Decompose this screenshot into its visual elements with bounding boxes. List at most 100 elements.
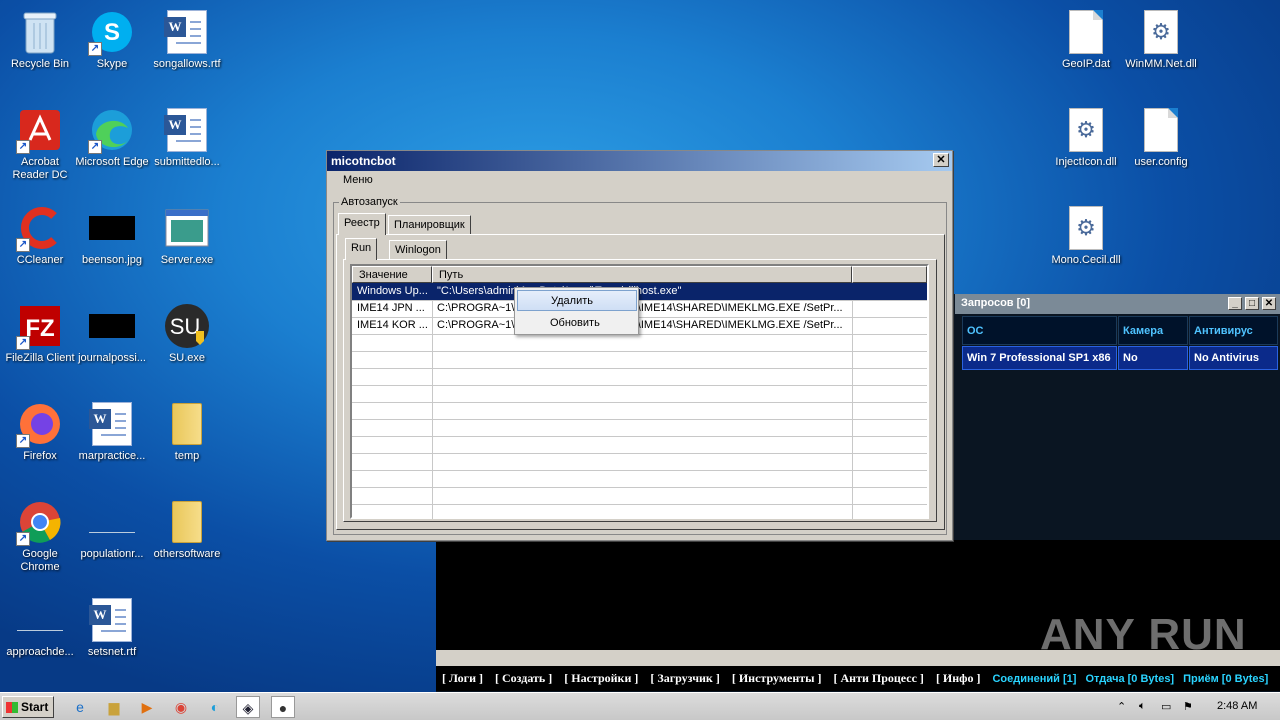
injecticon-dll-file[interactable]: ⚙ InjectIcon.dll <box>1046 98 1126 188</box>
exe-icon <box>163 204 211 252</box>
edge-shortcut[interactable]: ↗ Microsoft Edge <box>72 98 152 188</box>
column-header-os[interactable]: ОС <box>962 316 1117 345</box>
icon-label: SU.exe <box>168 352 206 364</box>
logs-menu[interactable]: [ Логи ] <box>442 671 483 685</box>
tab-registry[interactable]: Реестр <box>338 213 386 235</box>
column-header-camera[interactable]: Камера <box>1118 316 1188 345</box>
table-row[interactable]: IME14 KOR ... C:\PROGRA~1\COMMON~1\MICRO… <box>352 317 927 334</box>
blank-file-icon <box>1062 8 1110 56</box>
acrobat-icon: ↗ <box>16 106 64 154</box>
icon-label: beenson.jpg <box>82 254 142 266</box>
bot-panel-titlebar[interactable]: Запросов [0] _ □ ✕ <box>955 294 1280 314</box>
column-header-empty <box>852 266 927 283</box>
icon-label: Skype <box>96 58 128 70</box>
column-header-value[interactable]: Значение <box>352 266 432 283</box>
action-center-flag-icon[interactable]: ⚑ <box>1183 700 1193 713</box>
column-header-antivirus[interactable]: Антивирус <box>1189 316 1278 345</box>
filezilla-shortcut[interactable]: FZ ↗ FileZilla Client <box>0 294 80 384</box>
su-taskbar-icon[interactable]: ● <box>271 696 295 718</box>
svg-text:SU: SU <box>170 314 201 339</box>
server-exe-file[interactable]: Server.exe <box>147 196 227 286</box>
chrome-shortcut[interactable]: ↗ Google Chrome <box>0 490 80 580</box>
firefox-shortcut[interactable]: ↗ Firefox <box>0 392 80 482</box>
menu-item-menu[interactable]: Меню <box>343 174 373 186</box>
path-cell: "C:\Users\admin\AppData\Local\Temp\dllho… <box>432 283 852 300</box>
volume-icon[interactable]: 🔈︎ <box>1139 700 1146 713</box>
icon-label: journalpossi... <box>78 352 146 364</box>
group-label: Автозапуск <box>339 196 400 208</box>
bot-app-taskbar-icon[interactable]: ◈ <box>236 696 260 718</box>
window-title: micotncbot <box>331 154 396 168</box>
word-document-icon: W <box>88 596 136 644</box>
explorer-taskbar-icon[interactable]: ▆ <box>102 696 126 718</box>
temp-folder[interactable]: temp <box>147 392 227 482</box>
context-delete-item[interactable]: Удалить <box>517 290 637 311</box>
create-menu[interactable]: [ Создать ] <box>495 671 552 685</box>
ie-taskbar-icon[interactable]: e <box>68 696 92 718</box>
taskbar: Start e ▆ ▶ ◉ ◐ ◈ ● ⌃ 🔈︎ ▭ ⚑ 2:48 AM <box>0 692 1280 720</box>
geoip-file[interactable]: GeoIP.dat <box>1046 0 1126 90</box>
minimize-button[interactable]: _ <box>1228 297 1242 310</box>
dll-icon: ⚙ <box>1062 106 1110 154</box>
winmm-dll-file[interactable]: ⚙ WinMM.Net.dll <box>1121 0 1201 90</box>
media-player-taskbar-icon[interactable]: ▶ <box>135 696 159 718</box>
chrome-taskbar-icon[interactable]: ◉ <box>169 696 193 718</box>
close-button[interactable]: ✕ <box>933 153 949 167</box>
journalpossi-file[interactable]: journalpossi... <box>72 294 152 384</box>
approachde-file[interactable]: approachde... <box>0 588 80 678</box>
horizontal-scrollbar[interactable] <box>436 650 1280 666</box>
tools-menu[interactable]: [ Инструменты ] <box>732 671 822 685</box>
settings-menu[interactable]: [ Настройки ] <box>564 671 638 685</box>
blank-file-icon <box>1137 106 1185 154</box>
tray-expand-icon[interactable]: ⌃ <box>1117 700 1126 713</box>
image-file-icon <box>88 302 136 350</box>
mono-cecil-dll-file[interactable]: ⚙ Mono.Cecil.dll <box>1046 196 1126 286</box>
populationr-file[interactable]: populationr... <box>72 490 152 580</box>
folder-icon <box>163 498 211 546</box>
network-icon[interactable]: ▭ <box>1161 700 1171 713</box>
icon-label: songallows.rtf <box>153 58 221 70</box>
window-titlebar[interactable]: micotncbot ✕ <box>327 151 952 171</box>
tab-scheduler[interactable]: Планировщик <box>388 215 471 235</box>
table-row[interactable]: IME14 JPN ... C:\PROGRA~1\COMMON~1\MICRO… <box>352 300 927 317</box>
connections-counter: Соединений [1] <box>992 673 1077 685</box>
acrobat-shortcut[interactable]: ↗ Acrobat Reader DC <box>0 98 80 188</box>
ccleaner-shortcut[interactable]: ↗ CCleaner <box>0 196 80 286</box>
beenson-file[interactable]: beenson.jpg <box>72 196 152 286</box>
table-row-selected[interactable]: Windows Up... "C:\Users\admin\AppData\Lo… <box>352 283 927 300</box>
client-antivirus-cell[interactable]: No Antivirus <box>1189 346 1278 370</box>
marpractice-file[interactable]: W marpractice... <box>72 392 152 482</box>
skype-shortcut[interactable]: S ↗ Skype <box>72 0 152 90</box>
recycle-bin-shortcut[interactable]: Recycle Bin <box>0 0 80 90</box>
icon-label: InjectIcon.dll <box>1055 156 1117 168</box>
othersoftware-folder[interactable]: othersoftware <box>147 490 227 580</box>
path-cell: C:\PROGRA~1\COMMON~1\MICROS~1\IME14\SHAR… <box>437 302 843 314</box>
edge-icon: ↗ <box>88 106 136 154</box>
maximize-button[interactable]: □ <box>1245 297 1259 310</box>
shortcut-arrow-icon: ↗ <box>16 238 30 252</box>
su-exe-file[interactable]: SU SU.exe <box>147 294 227 384</box>
subtab-winlogon[interactable]: Winlogon <box>389 240 447 260</box>
clock[interactable]: 2:48 AM <box>1217 700 1257 712</box>
ccleaner-icon: ↗ <box>16 204 64 252</box>
info-menu[interactable]: [ Инфо ] <box>936 671 981 685</box>
client-camera-cell[interactable]: No <box>1118 346 1188 370</box>
icon-label: GeoIP.dat <box>1061 58 1111 70</box>
user-config-file[interactable]: user.config <box>1121 98 1201 188</box>
column-header-path[interactable]: Путь <box>432 266 852 283</box>
word-document-icon: W <box>163 106 211 154</box>
submitted-file[interactable]: W submittedlo... <box>147 98 227 188</box>
anti-process-menu[interactable]: [ Анти Процесс ] <box>834 671 924 685</box>
context-refresh-item[interactable]: Обновить <box>517 313 637 334</box>
loader-menu[interactable]: [ Загрузчик ] <box>650 671 719 685</box>
edge-taskbar-icon[interactable]: ◐ <box>203 696 227 718</box>
client-os-cell[interactable]: Win 7 Professional SP1 x86 <box>962 346 1117 370</box>
setsnet-file[interactable]: W setsnet.rtf <box>72 588 152 678</box>
close-button[interactable]: ✕ <box>1262 297 1276 310</box>
autorun-list[interactable]: Значение Путь Windows Up... "C:\Users\ad… <box>350 264 929 519</box>
download-counter: Приём [0 Bytes] <box>1183 673 1269 685</box>
subtab-run[interactable]: Run <box>345 238 378 260</box>
value-cell: IME14 KOR ... <box>357 319 428 331</box>
songallows-file[interactable]: W songallows.rtf <box>147 0 227 90</box>
start-button[interactable]: Start <box>2 696 54 718</box>
